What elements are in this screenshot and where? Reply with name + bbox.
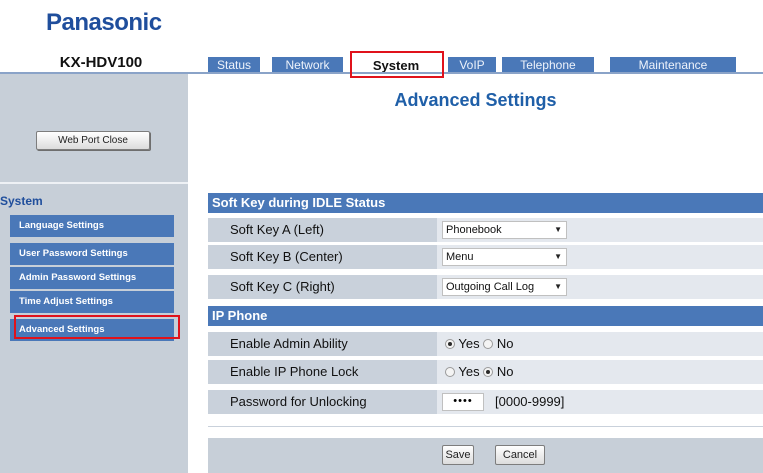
sidebar-header: Web Port Close: [0, 74, 188, 182]
row-soft-key-a: Soft Key A (Left) Phonebook ▼: [208, 218, 763, 242]
soft-key-b-select[interactable]: Menu ▼: [442, 248, 567, 266]
web-port-close-button[interactable]: Web Port Close: [36, 131, 150, 150]
value-cell: Phonebook ▼: [437, 218, 763, 242]
password-range-hint: [0000-9999]: [495, 394, 565, 409]
sidebar-item-advanced-settings[interactable]: Advanced Settings: [10, 319, 174, 341]
sidebar: Web Port Close System Language Settings …: [0, 74, 188, 473]
cancel-button[interactable]: Cancel: [495, 445, 545, 465]
soft-key-a-value: Phonebook: [446, 224, 502, 236]
ip-phone-lock-no-radio[interactable]: [483, 367, 494, 377]
section-header-soft-key: Soft Key during IDLE Status: [208, 193, 763, 213]
soft-key-b-value: Menu: [446, 251, 474, 263]
sidebar-section-title: System: [0, 194, 43, 208]
chevron-down-icon: ▼: [554, 252, 562, 261]
row-enable-admin-ability: Enable Admin Ability Yes No: [208, 332, 763, 356]
admin-ability-no-label: No: [496, 336, 514, 351]
row-soft-key-c: Soft Key C (Right) Outgoing Call Log ▼: [208, 275, 763, 299]
label-enable-admin-ability: Enable Admin Ability: [230, 336, 348, 351]
sidebar-item-user-password-settings[interactable]: User Password Settings: [10, 243, 174, 265]
admin-ability-no-radio[interactable]: [483, 339, 494, 349]
label-soft-key-b: Soft Key B (Center): [230, 249, 343, 264]
section-header-ip-phone: IP Phone: [208, 306, 763, 326]
row-password-for-unlocking: Password for Unlocking •••• [0000-9999]: [208, 390, 763, 414]
page-title: Advanced Settings: [394, 90, 557, 110]
value-cell: Outgoing Call Log ▼: [437, 275, 763, 299]
admin-ability-yes-label: Yes: [458, 336, 480, 351]
ip-phone-lock-yes-label: Yes: [458, 364, 480, 379]
chevron-down-icon: ▼: [554, 282, 562, 291]
ip-phone-lock-no-label: No: [496, 364, 514, 379]
label-password-for-unlocking: Password for Unlocking: [230, 394, 367, 409]
admin-ability-radio-group: Yes No: [445, 332, 513, 356]
label-soft-key-c: Soft Key C (Right): [230, 279, 335, 294]
sidebar-item-time-adjust-settings[interactable]: Time Adjust Settings: [10, 291, 174, 313]
form-bottom-divider: [208, 426, 763, 427]
chevron-down-icon: ▼: [554, 225, 562, 234]
panasonic-logo: Panasonic: [46, 9, 162, 36]
admin-ability-yes-radio[interactable]: [445, 339, 455, 349]
soft-key-c-select[interactable]: Outgoing Call Log ▼: [442, 278, 567, 296]
ip-phone-lock-yes-radio[interactable]: [445, 367, 455, 377]
sidebar-item-admin-password-settings[interactable]: Admin Password Settings: [10, 267, 174, 289]
label-enable-ip-phone-lock: Enable IP Phone Lock: [230, 364, 359, 379]
soft-key-a-select[interactable]: Phonebook ▼: [442, 221, 567, 239]
label-soft-key-a: Soft Key A (Left): [230, 222, 324, 237]
row-enable-ip-phone-lock: Enable IP Phone Lock Yes No: [208, 360, 763, 384]
sidebar-divider: [0, 182, 188, 184]
soft-key-c-value: Outgoing Call Log: [446, 281, 535, 293]
value-cell: •••• [0000-9999]: [437, 390, 763, 414]
ip-phone-lock-radio-group: Yes No: [445, 360, 513, 384]
sidebar-item-language-settings[interactable]: Language Settings: [10, 215, 174, 237]
value-cell: Yes No: [437, 360, 763, 384]
action-bar: Save Cancel: [208, 438, 763, 473]
value-cell: Yes No: [437, 332, 763, 356]
unlock-password-input[interactable]: ••••: [442, 393, 484, 411]
save-button[interactable]: Save: [442, 445, 474, 465]
value-cell: Menu ▼: [437, 245, 763, 269]
row-soft-key-b: Soft Key B (Center) Menu ▼: [208, 245, 763, 269]
model-name: KX-HDV100: [59, 54, 143, 71]
